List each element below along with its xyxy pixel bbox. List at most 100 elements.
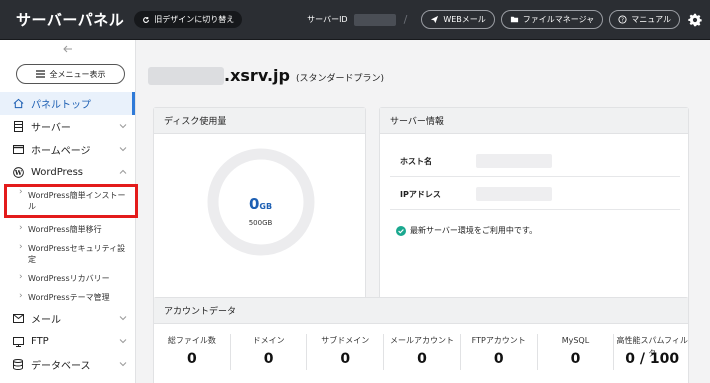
submenu-wordpress-easy-install[interactable]: WordPress簡単インストール — [4, 184, 138, 218]
sidebar-item-ftp[interactable]: FTP — [0, 330, 135, 353]
stat-value: 0 — [570, 351, 581, 367]
stat-label: MySQL — [561, 336, 590, 345]
host-value-masked — [476, 154, 552, 168]
server-status: 最新サーバー環境をご利用中です。 — [396, 225, 537, 236]
arrow-left-icon — [62, 45, 72, 53]
submenu-wordpress-migration[interactable]: WordPress簡単移行 — [0, 220, 135, 239]
svg-text:W: W — [13, 169, 22, 177]
submenu-wordpress-security[interactable]: WordPressセキュリティ設定 — [0, 239, 135, 269]
server-status-text: 最新サーバー環境をご利用中です。 — [410, 226, 538, 235]
sidebar-item-label: ホームページ — [31, 146, 91, 157]
server-icon — [12, 121, 24, 133]
help-icon: ? — [618, 15, 627, 24]
server-info-card: サーバー情報 ホスト名 IPアドレス 最新サーバー環境をご利用中です。 — [379, 107, 689, 313]
sidebar-item-label: FTP — [31, 336, 49, 347]
domain-prefix-masked — [148, 66, 224, 85]
svg-text:?: ? — [621, 18, 624, 24]
stat-label: 総ファイル数 — [167, 336, 216, 345]
ip-value-masked — [476, 187, 552, 201]
stat-label: FTPアカウント — [471, 336, 526, 345]
stat-value: 0 — [263, 351, 274, 367]
home-icon — [12, 98, 24, 110]
old-design-toggle-button[interactable]: 旧デザインに切り替え — [134, 11, 243, 28]
stat-label: メールアカウント — [390, 336, 455, 345]
chevron-down-icon — [119, 147, 127, 152]
main-content: .xsrv.jp (スタンダードプラン) ディスク使用量 0GB 500GB サ… — [136, 40, 710, 383]
stat-ftp-accounts: FTPアカウント 0 — [461, 334, 538, 370]
brand-title: サーバーパネル — [16, 11, 125, 29]
plan-name: (スタンダードプラン) — [295, 74, 384, 84]
all-menu-button[interactable]: 全メニュー表示 — [16, 64, 125, 84]
stat-total-files: 総ファイル数 0 — [154, 334, 231, 370]
sidebar-item-server[interactable]: サーバー — [0, 115, 135, 138]
server-id: サーバーID — [307, 13, 396, 26]
stat-value: 0 — [417, 351, 427, 367]
stat-mail-accounts: メールアカウント 0 — [384, 334, 461, 370]
stat-label: 高性能スパムフィルタ — [616, 336, 688, 358]
sidebar-item-database[interactable]: データベース — [0, 353, 135, 376]
sidebar-nav: パネルトップ サーバー ホームページ W WordPress — [0, 92, 135, 184]
chevron-down-icon — [119, 124, 127, 129]
mail-icon — [12, 313, 24, 325]
sidebar: 全メニュー表示 パネルトップ サーバー ホームページ W WordPress W… — [0, 40, 138, 383]
folder-icon — [510, 16, 518, 23]
disk-used-unit: GB — [259, 202, 273, 211]
sidebar-item-panel-top[interactable]: パネルトップ — [0, 92, 135, 115]
chevron-down-icon — [119, 339, 127, 344]
manual-button[interactable]: ? マニュアル — [609, 10, 680, 29]
stat-value: 0 — [340, 351, 351, 367]
disk-used-value: 0 — [248, 195, 260, 213]
webmail-label: WEBメール — [443, 15, 486, 24]
stat-value: 0 — [493, 351, 504, 367]
refresh-icon — [143, 16, 150, 23]
stat-spam-filter: 高性能スパムフィルタ 0 / 100 — [614, 334, 690, 370]
stat-subdomains: サブドメイン 0 — [307, 334, 385, 370]
database-icon — [12, 359, 24, 371]
sidebar-item-mail[interactable]: メール — [0, 307, 135, 330]
manual-label: マニュアル — [631, 15, 671, 24]
sidebar-item-label: データベース — [31, 361, 91, 372]
chevron-down-icon — [119, 316, 127, 321]
divider-slash: / — [403, 13, 408, 26]
host-label: ホスト名 — [400, 156, 432, 166]
sidebar-nav-bottom: メール FTP データベース — [0, 307, 135, 376]
domain-heading: .xsrv.jp (スタンダードプラン) — [148, 66, 384, 85]
disk-total: 500GB — [248, 219, 273, 227]
domain-suffix: .xsrv.jp — [224, 66, 290, 85]
server-id-value-masked — [353, 13, 396, 26]
stat-domains: ドメイン 0 — [231, 334, 308, 370]
account-data-title: アカウントデータ — [154, 298, 688, 324]
sidebar-item-label: WordPress — [31, 167, 84, 178]
sidebar-item-label: メール — [31, 315, 61, 326]
sidebar-item-label: パネルトップ — [31, 100, 91, 111]
webmail-button[interactable]: WEBメール — [421, 10, 495, 29]
sidebar-item-homepage[interactable]: ホームページ — [0, 138, 135, 161]
account-data-card: アカウントデータ 総ファイル数 0 ドメイン 0 サブドメイン 0 メールアカウント 0… — [153, 297, 689, 383]
check-circle-icon — [396, 225, 406, 236]
sidebar-item-wordpress[interactable]: W WordPress — [0, 161, 135, 184]
top-header: サーバーパネル 旧デザインに切り替え サーバーID / WEBメール ファイルマ… — [0, 0, 710, 40]
submenu-wordpress-theme[interactable]: WordPressテーマ管理 — [0, 288, 135, 307]
server-info-title: サーバー情報 — [380, 108, 688, 134]
disk-usage-card: ディスク使用量 0GB 500GB — [153, 107, 366, 313]
submenu-wordpress-recovery[interactable]: WordPressリカバリー — [0, 269, 135, 288]
file-manager-button[interactable]: ファイルマネージャ — [500, 10, 604, 29]
sidebar-item-label: サーバー — [31, 123, 71, 134]
collapse-sidebar-button[interactable] — [0, 40, 135, 58]
wordpress-icon: W — [12, 167, 24, 179]
account-stats: 総ファイル数 0 ドメイン 0 サブドメイン 0 メールアカウント 0 FTPアカウント… — [154, 334, 690, 370]
server-id-label: サーバーID — [307, 15, 348, 24]
ip-label: IPアドレス — [400, 189, 441, 199]
all-menu-label: 全メニュー表示 — [49, 69, 106, 79]
disk-usage-title: ディスク使用量 — [154, 108, 365, 134]
old-design-label: 旧デザインに切り替え — [154, 15, 235, 24]
file-manager-label: ファイルマネージャ — [522, 15, 595, 24]
wordpress-submenu: WordPress簡単インストール WordPress簡単移行 WordPres… — [0, 184, 138, 307]
gear-icon[interactable] — [688, 13, 702, 27]
ip-row: IPアドレス — [390, 179, 680, 210]
stat-label: サブドメイン — [321, 336, 370, 345]
host-row: ホスト名 — [390, 146, 680, 177]
chevron-up-icon — [119, 169, 127, 174]
stat-mysql: MySQL 0 — [538, 334, 615, 370]
stat-value: 0 — [186, 351, 197, 367]
